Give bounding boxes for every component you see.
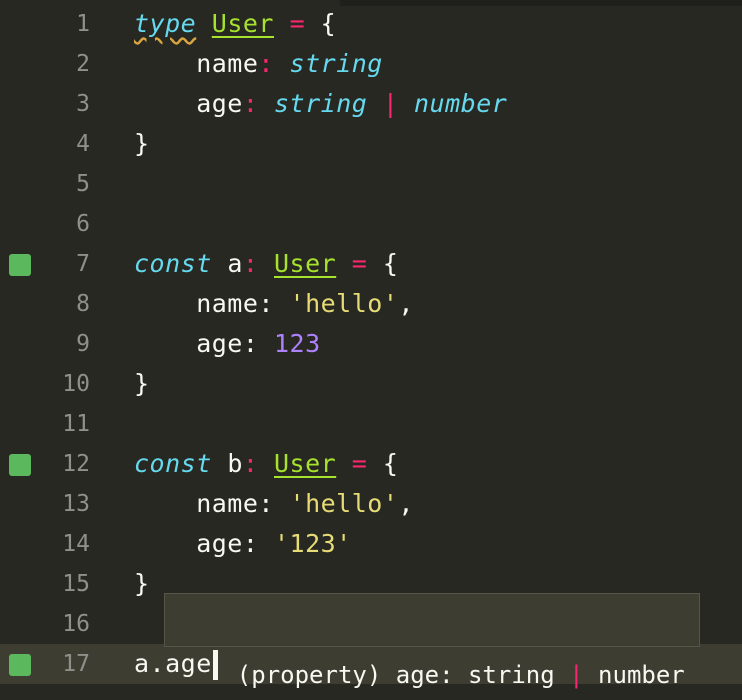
code-line[interactable]: 6 bbox=[0, 204, 742, 244]
code-token: const bbox=[134, 249, 212, 278]
code-text[interactable]: const a: User = { bbox=[134, 244, 398, 284]
line-number: 11 bbox=[62, 411, 90, 437]
code-line[interactable]: 11 bbox=[0, 404, 742, 444]
code-text[interactable]: name: 'hello', bbox=[134, 284, 414, 324]
code-token: { bbox=[305, 9, 337, 38]
code-token: = bbox=[351, 249, 368, 278]
code-text[interactable]: name: 'hello', bbox=[134, 484, 414, 524]
code-token: 'hello' bbox=[289, 289, 399, 318]
code-line[interactable]: 12 const b: User = { bbox=[0, 444, 742, 484]
code-token: | bbox=[382, 89, 399, 118]
code-line[interactable]: 7 const a: User = { bbox=[0, 244, 742, 284]
code-token: age: bbox=[134, 329, 274, 358]
line-number: 10 bbox=[62, 371, 90, 397]
tooltip-suffix: number bbox=[583, 661, 685, 689]
code-line[interactable]: 3 age: string | number bbox=[0, 84, 742, 124]
code-text[interactable]: age: '123' bbox=[134, 524, 352, 564]
code-token: age: bbox=[134, 529, 274, 558]
code-token: : bbox=[258, 49, 274, 78]
code-token: name: bbox=[134, 289, 290, 318]
code-token: } bbox=[134, 369, 150, 398]
code-token: number bbox=[413, 89, 508, 118]
code-token: name bbox=[134, 49, 259, 78]
code-token: 123 bbox=[273, 329, 321, 358]
code-token: string bbox=[273, 89, 368, 118]
code-text[interactable]: } bbox=[134, 124, 150, 164]
code-line[interactable]: 13 name: 'hello', bbox=[0, 484, 742, 524]
line-number: 4 bbox=[76, 131, 90, 157]
code-token: type bbox=[134, 9, 197, 38]
code-text[interactable]: name: string bbox=[134, 44, 383, 84]
code-token: : bbox=[242, 89, 259, 118]
code-line[interactable]: 4} bbox=[0, 124, 742, 164]
code-text[interactable]: } bbox=[134, 564, 150, 604]
code-token: age bbox=[134, 89, 243, 118]
line-number: 15 bbox=[62, 571, 90, 597]
code-text[interactable]: const b: User = { bbox=[134, 444, 398, 484]
code-token: = bbox=[289, 9, 306, 38]
line-number: 16 bbox=[62, 611, 90, 637]
code-token: const bbox=[134, 449, 212, 478]
code-token: { bbox=[367, 449, 399, 478]
code-token: name: bbox=[134, 489, 290, 518]
code-token: } bbox=[134, 129, 150, 158]
line-number: 12 bbox=[62, 451, 90, 477]
code-token: , bbox=[398, 489, 414, 518]
line-number: 14 bbox=[62, 531, 90, 557]
line-number: 8 bbox=[76, 291, 90, 317]
code-token: string bbox=[289, 49, 383, 78]
code-token: : bbox=[242, 249, 259, 278]
code-text[interactable]: type User = { bbox=[134, 4, 336, 44]
code-token: '123' bbox=[273, 529, 352, 558]
code-line[interactable]: 2 name: string bbox=[0, 44, 742, 84]
code-token: { bbox=[367, 249, 399, 278]
line-number: 3 bbox=[76, 91, 90, 117]
code-token: , bbox=[398, 289, 414, 318]
line-number: 2 bbox=[76, 51, 90, 77]
code-line[interactable]: 10} bbox=[0, 364, 742, 404]
code-line[interactable]: 8 name: 'hello', bbox=[0, 284, 742, 324]
line-number: 9 bbox=[76, 331, 90, 357]
tooltip-prefix: (property) age: string bbox=[236, 661, 570, 689]
code-token: User bbox=[274, 249, 337, 278]
tooltip-union-operator: | bbox=[569, 661, 584, 689]
code-token: User bbox=[274, 449, 337, 478]
code-token: a bbox=[211, 249, 243, 278]
hover-tooltip: (property) age: string | number bbox=[164, 593, 700, 689]
code-text[interactable]: age: string | number bbox=[134, 84, 507, 124]
code-line[interactable]: 14 age: '123' bbox=[0, 524, 742, 564]
line-number: 6 bbox=[76, 211, 90, 237]
code-token: = bbox=[351, 449, 368, 478]
code-token: : bbox=[242, 449, 259, 478]
code-token: User bbox=[211, 9, 274, 38]
line-number: 1 bbox=[76, 11, 90, 37]
code-line[interactable]: 5 bbox=[0, 164, 742, 204]
line-number: 7 bbox=[76, 251, 90, 277]
code-token: b bbox=[211, 449, 243, 478]
line-number: 17 bbox=[62, 651, 90, 677]
code-line[interactable]: 9 age: 123 bbox=[0, 324, 742, 364]
line-number: 5 bbox=[76, 171, 90, 197]
code-text[interactable]: age: 123 bbox=[134, 324, 321, 364]
code-line[interactable]: 1 type User = { bbox=[0, 4, 742, 44]
code-token: 'hello' bbox=[289, 489, 399, 518]
code-editor[interactable]: 1 type User = {2 name: string 3 age: strin… bbox=[0, 0, 742, 700]
line-number: 13 bbox=[62, 491, 90, 517]
code-text[interactable]: } bbox=[134, 364, 150, 404]
code-token: } bbox=[134, 569, 150, 598]
